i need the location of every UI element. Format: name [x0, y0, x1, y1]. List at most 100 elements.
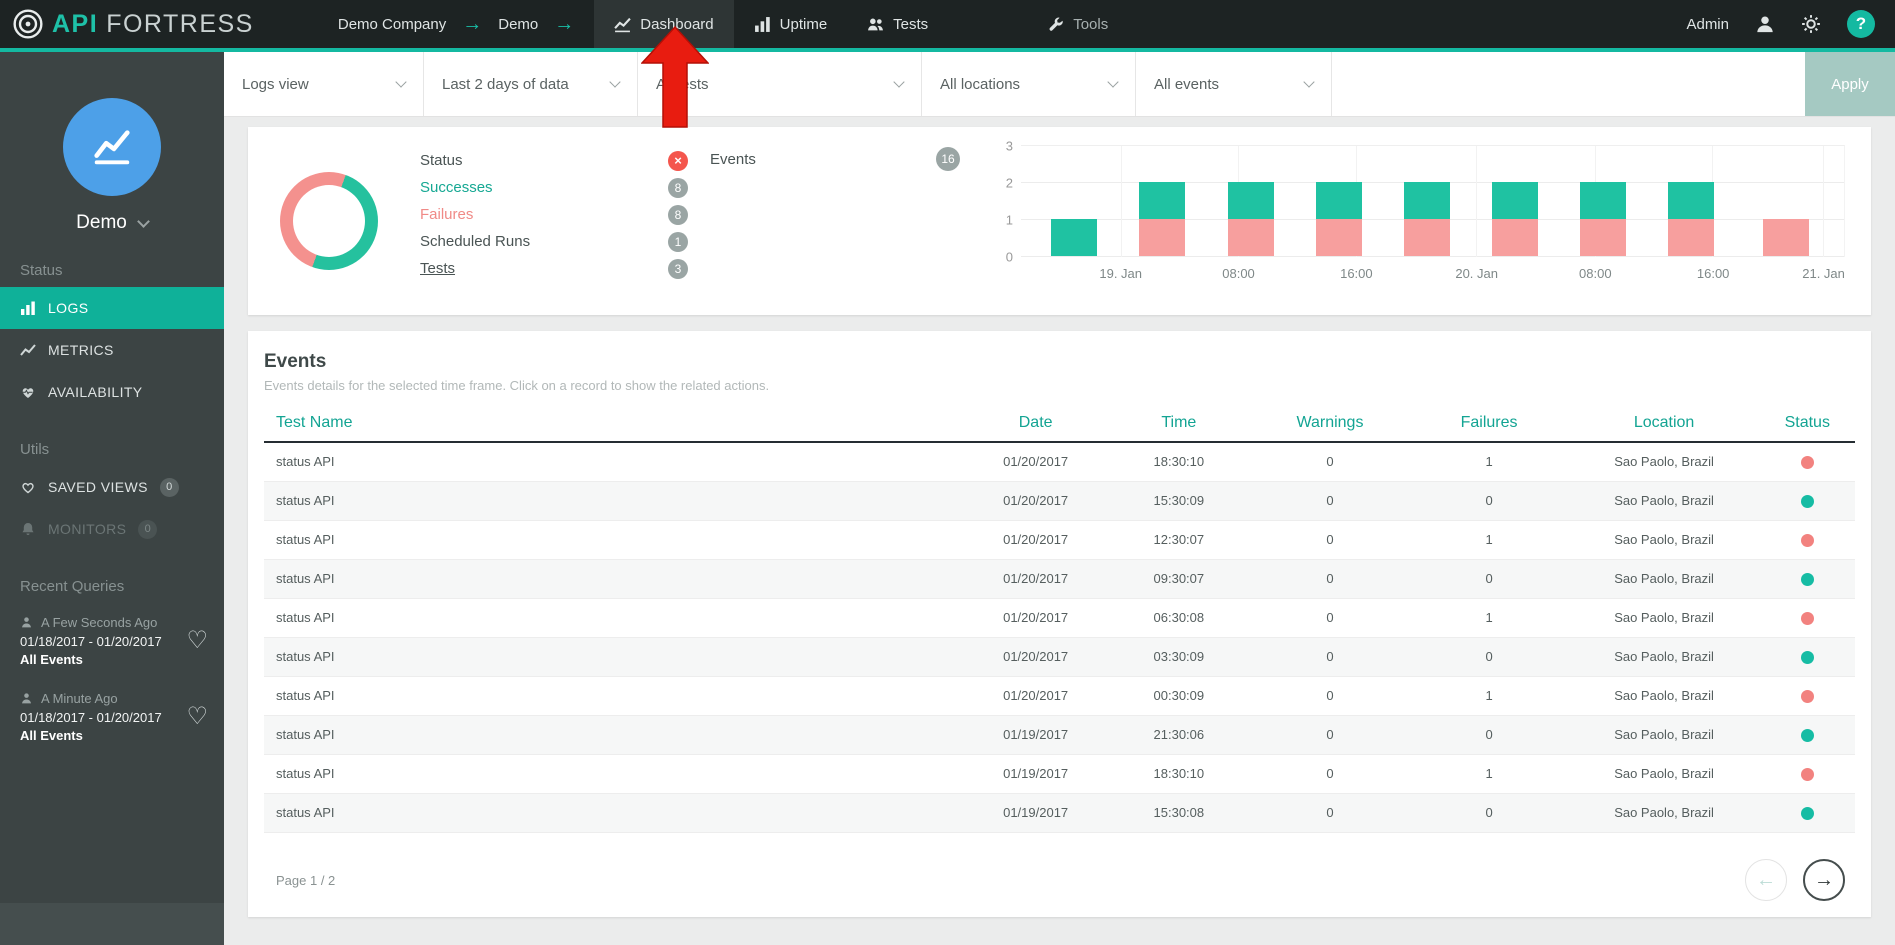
table-row[interactable]: status API01/20/201700:30:0901Sao Paolo,…	[264, 676, 1855, 715]
project-selector[interactable]: Demo	[0, 212, 224, 234]
cell-time: 12:30:07	[1107, 520, 1250, 559]
bar-segment-failure	[1580, 219, 1626, 256]
table-row[interactable]: status API01/20/201703:30:0900Sao Paolo,…	[264, 637, 1855, 676]
breadcrumb-company[interactable]: Demo Company	[338, 16, 446, 33]
cell-warnings: 0	[1250, 520, 1409, 559]
cell-location: Sao Paolo, Brazil	[1569, 793, 1760, 832]
column-header-status[interactable]: Status	[1760, 405, 1855, 442]
status-donut-chart	[280, 172, 378, 270]
x-tick-label: 16:00	[1340, 266, 1373, 281]
favorite-heart-icon[interactable]: ♡	[186, 705, 208, 729]
chart-bar[interactable]	[1316, 182, 1362, 256]
table-row[interactable]: status API01/20/201709:30:0700Sao Paolo,…	[264, 559, 1855, 598]
line-chart-icon	[614, 16, 631, 33]
timeframe-dropdown[interactable]: Last 2 days of data	[424, 52, 638, 116]
view-dropdown[interactable]: Logs view	[224, 52, 424, 116]
table-row[interactable]: status API01/20/201706:30:0801Sao Paolo,…	[264, 598, 1855, 637]
table-row[interactable]: status API01/20/201715:30:0900Sao Paolo,…	[264, 481, 1855, 520]
nav-label: Dashboard	[640, 16, 713, 33]
cell-time: 18:30:10	[1107, 754, 1250, 793]
chart-bar[interactable]	[1492, 182, 1538, 256]
heart-outline-icon	[20, 479, 36, 495]
column-header-warnings[interactable]: Warnings	[1250, 405, 1409, 442]
project-avatar[interactable]	[63, 98, 161, 196]
chart-bar[interactable]	[1668, 182, 1714, 256]
bar-segment-failure	[1228, 219, 1274, 256]
metrics-icon	[20, 342, 36, 358]
logo[interactable]: API FORTRESS	[0, 0, 268, 48]
user-menu[interactable]: Admin	[1686, 16, 1729, 33]
help-button[interactable]: ?	[1847, 10, 1875, 38]
cell-status	[1760, 754, 1855, 793]
chart-bar[interactable]	[1763, 219, 1809, 256]
events-table: Test NameDateTimeWarningsFailuresLocatio…	[264, 405, 1855, 833]
sidebar-item-saved-views[interactable]: SAVED VIEWS 0	[0, 466, 224, 508]
tests-label[interactable]: Tests	[420, 260, 455, 277]
gear-icon[interactable]	[1801, 14, 1821, 34]
cell-date: 01/20/2017	[964, 481, 1107, 520]
status-dot-success	[1801, 651, 1814, 664]
events-dropdown[interactable]: All events	[1136, 52, 1332, 116]
chart-gridline	[1121, 146, 1122, 257]
failures-label[interactable]: Failures	[420, 206, 473, 223]
bar-segment-success	[1139, 182, 1185, 219]
sidebar-item-monitors[interactable]: MONITORS 0	[0, 508, 224, 550]
cell-date: 01/19/2017	[964, 715, 1107, 754]
user-icon[interactable]	[1755, 14, 1775, 34]
events-table-body: status API01/20/201718:30:1001Sao Paolo,…	[264, 442, 1855, 832]
chart-bar[interactable]	[1404, 182, 1450, 256]
column-header-time[interactable]: Time	[1107, 405, 1250, 442]
project-name: Demo	[76, 212, 127, 234]
recent-query-item[interactable]: A Few Seconds Ago 01/18/2017 - 01/20/201…	[0, 603, 224, 679]
dropdown-value: Last 2 days of data	[442, 76, 569, 93]
tests-dropdown[interactable]: All tests	[638, 52, 922, 116]
table-row[interactable]: status API01/19/201718:30:1001Sao Paolo,…	[264, 754, 1855, 793]
sidebar-item-logs[interactable]: LOGS	[0, 287, 224, 329]
events-summary: Events 16	[710, 127, 960, 171]
cell-failures: 1	[1410, 520, 1569, 559]
recent-query-item[interactable]: A Minute Ago 01/18/2017 - 01/20/2017 All…	[0, 679, 224, 755]
bar-segment-success	[1668, 182, 1714, 219]
chart-bar[interactable]	[1051, 219, 1097, 256]
table-row[interactable]: status API01/19/201715:30:0800Sao Paolo,…	[264, 793, 1855, 832]
logo-text-fortress: FORTRESS	[106, 10, 254, 39]
chart-bar[interactable]	[1139, 182, 1185, 256]
table-row[interactable]: status API01/20/201718:30:1001Sao Paolo,…	[264, 442, 1855, 481]
cell-warnings: 0	[1250, 715, 1409, 754]
topbar: API FORTRESS Demo Company → Demo → Dashb…	[0, 0, 1895, 48]
sidebar-item-availability[interactable]: AVAILABILITY	[0, 371, 224, 413]
table-row[interactable]: status API01/20/201712:30:0701Sao Paolo,…	[264, 520, 1855, 559]
cell-test: status API	[264, 637, 964, 676]
chart-bar[interactable]	[1228, 182, 1274, 256]
cell-location: Sao Paolo, Brazil	[1569, 637, 1760, 676]
locations-dropdown[interactable]: All locations	[922, 52, 1136, 116]
breadcrumb-project[interactable]: Demo	[498, 16, 538, 33]
cell-time: 18:30:10	[1107, 442, 1250, 481]
apply-button[interactable]: Apply	[1805, 52, 1895, 116]
nav-item-tests[interactable]: Tests	[847, 0, 948, 48]
sidebar-item-metrics[interactable]: METRICS	[0, 329, 224, 371]
dropdown-value: Logs view	[242, 76, 309, 93]
cell-status	[1760, 481, 1855, 520]
cell-status	[1760, 676, 1855, 715]
project-chart-icon	[89, 124, 135, 170]
prev-page-button[interactable]: ←	[1745, 859, 1787, 901]
column-header-location[interactable]: Location	[1569, 405, 1760, 442]
chart-bar[interactable]	[1580, 182, 1626, 256]
column-header-date[interactable]: Date	[964, 405, 1107, 442]
column-header-test-name[interactable]: Test Name	[264, 405, 964, 442]
column-header-failures[interactable]: Failures	[1410, 405, 1569, 442]
successes-label[interactable]: Successes	[420, 179, 493, 196]
nav-item-uptime[interactable]: Uptime	[734, 0, 848, 48]
nav-item-dashboard[interactable]: Dashboard	[594, 0, 733, 48]
favorite-heart-icon[interactable]: ♡	[186, 629, 208, 653]
bar-segment-success	[1580, 182, 1626, 219]
bell-icon	[20, 521, 36, 537]
bar-chart-icon	[754, 16, 771, 33]
table-row[interactable]: status API01/19/201721:30:0600Sao Paolo,…	[264, 715, 1855, 754]
scheduled-runs-count-badge: 1	[668, 232, 688, 252]
pagination-controls: ← →	[1745, 859, 1845, 901]
cell-test: status API	[264, 754, 964, 793]
next-page-button[interactable]: →	[1803, 859, 1845, 901]
nav-item-tools[interactable]: Tools	[1028, 0, 1128, 48]
